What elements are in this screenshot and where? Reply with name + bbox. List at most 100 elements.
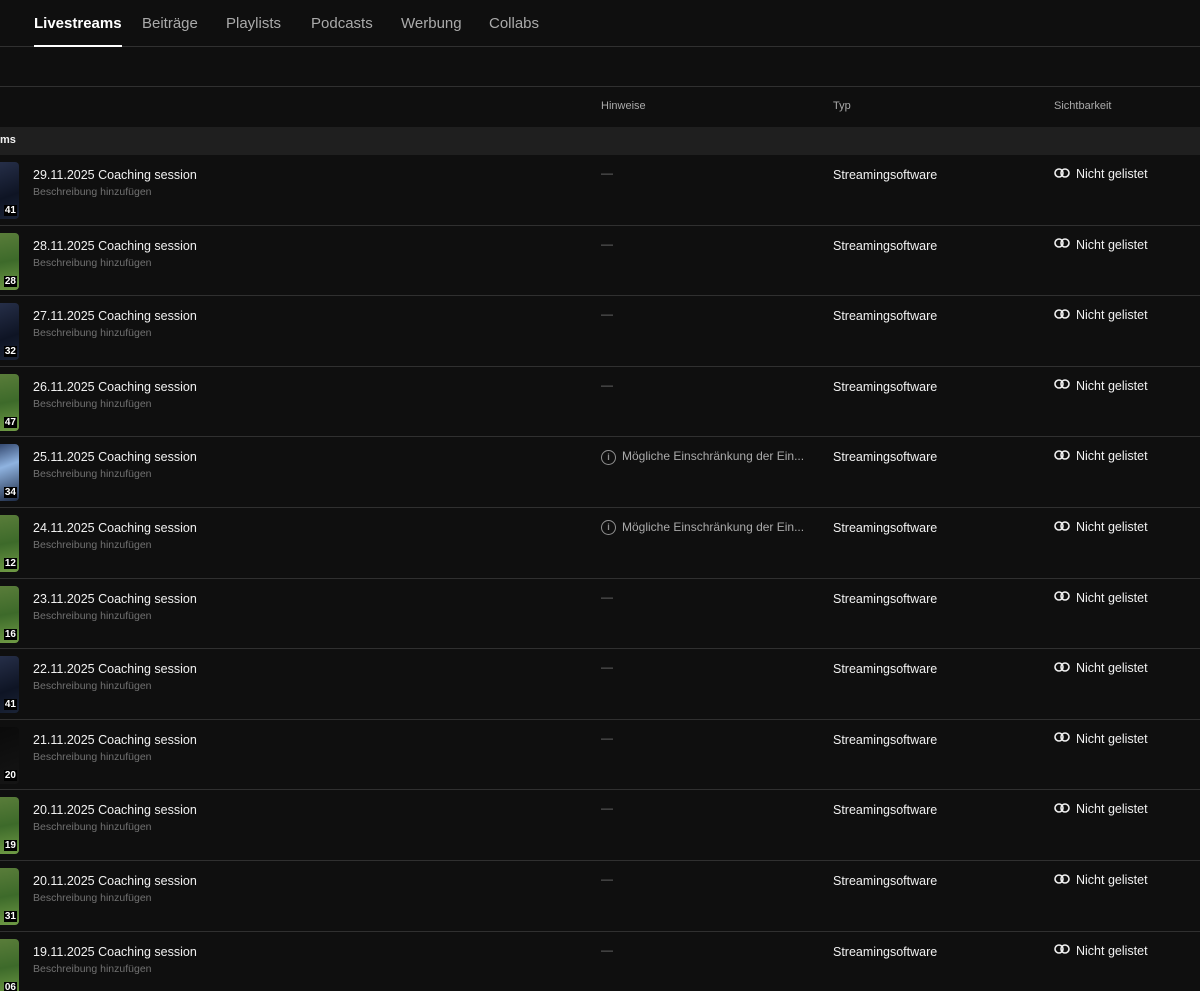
add-description-link[interactable]: Beschreibung hinzufügen	[33, 398, 152, 410]
video-thumbnail[interactable]: 32	[0, 303, 19, 361]
link-icon	[1054, 662, 1070, 672]
video-thumbnail[interactable]: 06	[0, 938, 19, 991]
link-icon	[1054, 520, 1070, 531]
hint-text: Mögliche Einschränkung der Ein...	[622, 519, 805, 534]
video-title[interactable]: 23.11.2025 Coaching session	[33, 592, 197, 606]
table-row[interactable]: 32 27.11.2025 Coaching session Beschreib…	[0, 296, 1200, 367]
add-description-link[interactable]: Beschreibung hinzufügen	[33, 892, 152, 904]
visibility-dropdown[interactable]: Nicht gelistet	[1054, 379, 1148, 393]
table-row[interactable]: 19 20.11.2025 Coaching session Beschreib…	[0, 790, 1200, 861]
visibility-label: Nicht gelistet	[1076, 519, 1148, 534]
add-description-link[interactable]: Beschreibung hinzufügen	[33, 821, 152, 833]
video-title[interactable]: 24.11.2025 Coaching session	[33, 521, 197, 535]
table-row[interactable]: 34 25.11.2025 Coaching session Beschreib…	[0, 437, 1200, 508]
table-row[interactable]: 12 24.11.2025 Coaching session Beschreib…	[0, 508, 1200, 579]
duration-badge: 28	[3, 275, 17, 287]
column-header-sichtbarkeit[interactable]: Sichtbarkeit	[1054, 100, 1111, 112]
table-row[interactable]: 41 22.11.2025 Coaching session Beschreib…	[0, 649, 1200, 720]
table-header: Hinweise Typ Sichtbarkeit	[0, 87, 1200, 127]
duration-badge: 12	[3, 557, 17, 569]
video-thumbnail[interactable]: 31	[0, 867, 19, 925]
stream-type: Streamingsoftware	[833, 873, 938, 888]
duration-badge: 47	[3, 416, 17, 428]
video-title[interactable]: 28.11.2025 Coaching session	[33, 239, 197, 253]
video-thumbnail[interactable]: 47	[0, 373, 19, 431]
add-description-link[interactable]: Beschreibung hinzufügen	[33, 539, 152, 551]
visibility-label: Nicht gelistet	[1076, 167, 1148, 181]
link-icon	[1054, 732, 1070, 743]
video-thumbnail[interactable]: 34	[0, 444, 19, 502]
video-thumbnail[interactable]: 20	[0, 726, 19, 784]
add-description-link[interactable]: Beschreibung hinzufügen	[33, 468, 152, 480]
video-title[interactable]: 20.11.2025 Coaching session	[33, 803, 197, 817]
table-row[interactable]: 06 19.11.2025 Coaching session Beschreib…	[0, 932, 1200, 991]
column-header-hinweise[interactable]: Hinweise	[601, 100, 646, 112]
duration-badge: 19	[3, 840, 17, 852]
link-icon	[1054, 803, 1070, 813]
section-label: ms	[0, 134, 16, 146]
tab-beitraege[interactable]: Beiträge	[142, 15, 198, 47]
section-header: ms	[0, 127, 1200, 155]
visibility-dropdown[interactable]: Nicht gelistet	[1054, 238, 1148, 252]
visibility-dropdown[interactable]: Nicht gelistet	[1054, 449, 1148, 463]
tab-werbung[interactable]: Werbung	[401, 15, 462, 47]
video-thumbnail[interactable]: 19	[0, 797, 19, 855]
stream-type: Streamingsoftware	[833, 520, 938, 535]
hint-empty: —	[601, 660, 613, 675]
add-description-link[interactable]: Beschreibung hinzufügen	[33, 751, 152, 763]
stream-type: Streamingsoftware	[833, 662, 938, 677]
video-thumbnail[interactable]: 28	[0, 232, 19, 290]
add-description-link[interactable]: Beschreibung hinzufügen	[33, 680, 152, 692]
add-description-link[interactable]: Beschreibung hinzufügen	[33, 963, 152, 975]
tab-playlists[interactable]: Playlists	[226, 15, 281, 47]
visibility-dropdown[interactable]: Nicht gelistet	[1054, 591, 1148, 605]
link-icon	[1054, 309, 1070, 319]
hint-empty: —	[601, 236, 613, 251]
tab-collabs[interactable]: Collabs	[489, 15, 539, 47]
visibility-dropdown[interactable]: Nicht gelistet	[1054, 873, 1148, 887]
visibility-dropdown[interactable]: Nicht gelistet	[1054, 944, 1148, 958]
visibility-dropdown[interactable]: Nicht gelistet	[1054, 167, 1148, 181]
table-row[interactable]: 31 20.11.2025 Coaching session Beschreib…	[0, 861, 1200, 932]
hint-empty: —	[601, 377, 613, 392]
visibility-label: Nicht gelistet	[1076, 661, 1148, 676]
visibility-label: Nicht gelistet	[1076, 731, 1148, 746]
visibility-dropdown[interactable]: Nicht gelistet	[1054, 661, 1148, 675]
video-title[interactable]: 19.11.2025 Coaching session	[33, 945, 197, 959]
video-title[interactable]: 27.11.2025 Coaching session	[33, 309, 197, 323]
video-title[interactable]: 25.11.2025 Coaching session	[33, 450, 197, 464]
add-description-link[interactable]: Beschreibung hinzufügen	[33, 610, 152, 622]
column-header-typ[interactable]: Typ	[833, 100, 851, 112]
video-title[interactable]: 20.11.2025 Coaching session	[33, 874, 197, 888]
duration-badge: 32	[3, 346, 17, 358]
table-row[interactable]: 41 29.11.2025 Coaching session Beschreib…	[0, 155, 1200, 226]
video-thumbnail[interactable]: 16	[0, 585, 19, 643]
hint-cell[interactable]: i Mögliche Einschränkung der Ein...	[601, 449, 804, 465]
visibility-label: Nicht gelistet	[1076, 378, 1148, 393]
video-thumbnail[interactable]: 41	[0, 162, 19, 219]
visibility-dropdown[interactable]: Nicht gelistet	[1054, 802, 1148, 816]
video-title[interactable]: 26.11.2025 Coaching session	[33, 380, 197, 394]
tab-podcasts[interactable]: Podcasts	[311, 15, 373, 47]
table-row[interactable]: 28 28.11.2025 Coaching session Beschreib…	[0, 226, 1200, 297]
add-description-link[interactable]: Beschreibung hinzufügen	[33, 186, 152, 198]
filter-bar[interactable]	[0, 47, 1200, 87]
table-row[interactable]: 47 26.11.2025 Coaching session Beschreib…	[0, 367, 1200, 438]
tab-livestreams[interactable]: Livestreams	[34, 15, 122, 47]
add-description-link[interactable]: Beschreibung hinzufügen	[33, 327, 152, 339]
table-row[interactable]: 16 23.11.2025 Coaching session Beschreib…	[0, 579, 1200, 650]
video-title[interactable]: 22.11.2025 Coaching session	[33, 662, 197, 676]
video-title[interactable]: 21.11.2025 Coaching session	[33, 733, 197, 747]
video-title[interactable]: 29.11.2025 Coaching session	[33, 168, 197, 182]
video-thumbnail[interactable]: 41	[0, 656, 19, 714]
stream-type: Streamingsoftware	[833, 309, 938, 324]
visibility-dropdown[interactable]: Nicht gelistet	[1054, 308, 1148, 322]
hint-cell[interactable]: i Mögliche Einschränkung der Ein...	[601, 519, 805, 536]
visibility-dropdown[interactable]: Nicht gelistet	[1054, 732, 1148, 746]
visibility-dropdown[interactable]: Nicht gelistet	[1054, 520, 1148, 534]
visibility-label: Nicht gelistet	[1076, 308, 1148, 323]
table-row[interactable]: 20 21.11.2025 Coaching session Beschreib…	[0, 720, 1200, 791]
stream-type: Streamingsoftware	[833, 168, 938, 182]
add-description-link[interactable]: Beschreibung hinzufügen	[33, 257, 152, 269]
video-thumbnail[interactable]: 12	[0, 514, 19, 572]
